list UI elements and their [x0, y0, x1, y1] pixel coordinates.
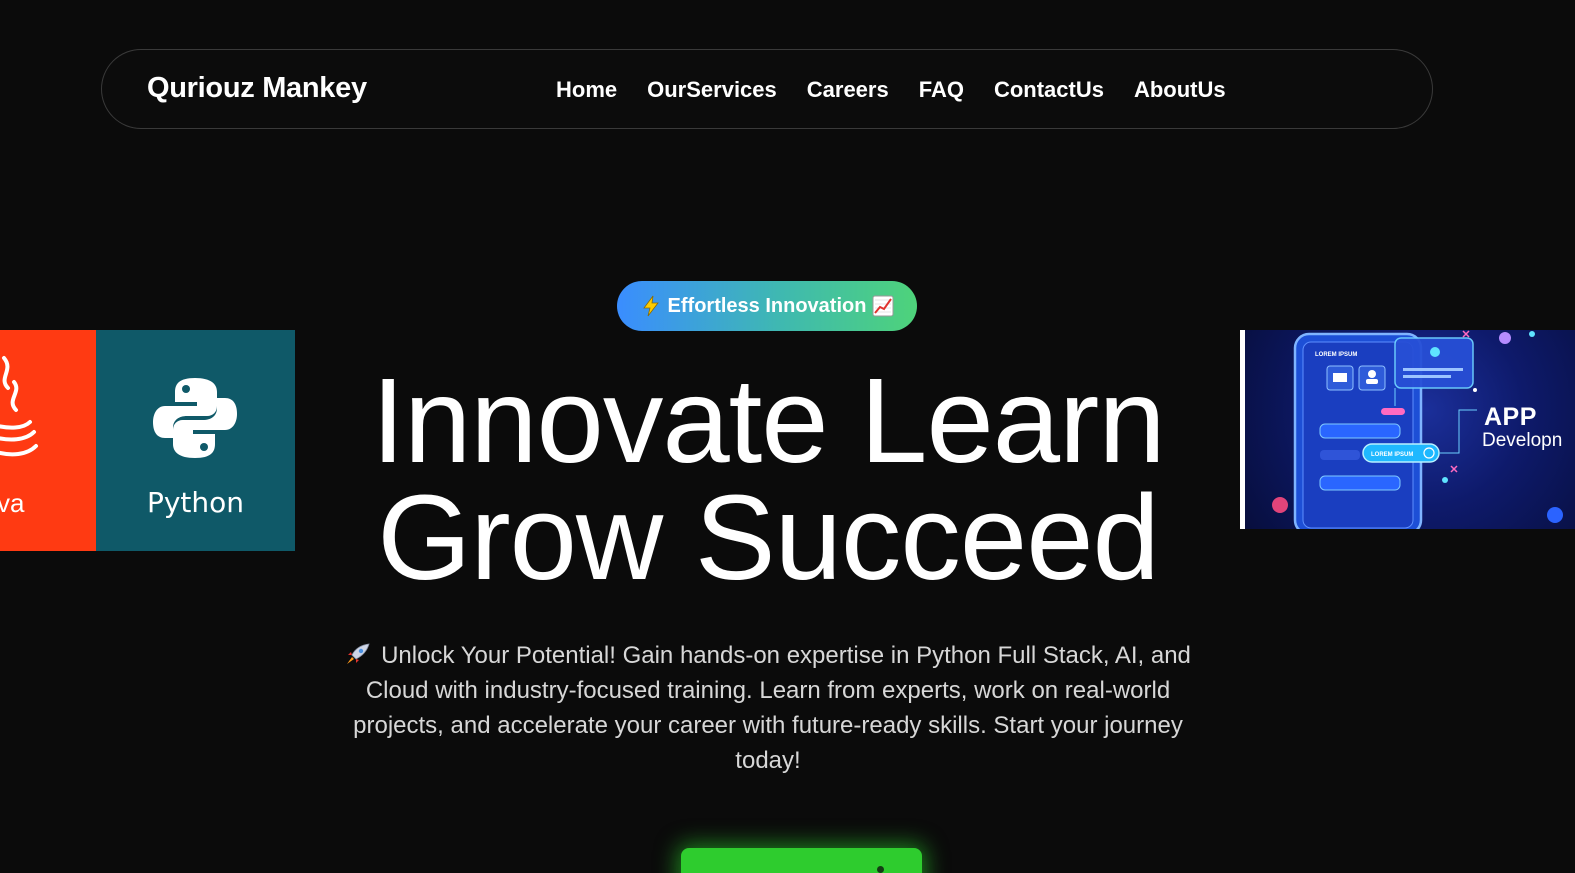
- python-label: Python: [146, 486, 245, 519]
- description-text: Unlock Your Potential! Gain hands-on exp…: [353, 642, 1191, 774]
- lightning-icon: [642, 295, 659, 317]
- python-logo-icon: [153, 378, 237, 458]
- nav-link-faq[interactable]: FAQ: [919, 77, 964, 103]
- app-card-title: APP: [1484, 403, 1537, 431]
- phone-screen-label: LOREM IPSUM: [1315, 352, 1357, 358]
- effortless-innovation-badge: Effortless Innovation: [617, 281, 917, 331]
- headline-line-1: Innovate Learn: [371, 352, 1165, 488]
- java-label: va: [0, 488, 25, 518]
- java-cup-icon: [0, 356, 38, 457]
- cta-cursor-icon: [877, 866, 884, 873]
- nav-link-about-us[interactable]: AboutUs: [1134, 77, 1226, 103]
- hero-description: Unlock Your Potential! Gain hands-on exp…: [340, 638, 1196, 778]
- phone-button-label: LOREM IPSUM: [1371, 452, 1413, 458]
- app-card-subtitle: Developn: [1482, 430, 1563, 451]
- java-card: va: [0, 330, 96, 551]
- chart-increasing-icon: [872, 295, 894, 317]
- badge-text: Effortless Innovation: [667, 294, 867, 317]
- brand-logo[interactable]: Quriouz Mankey: [147, 72, 367, 105]
- headline-line-2: Grow Succeed: [377, 469, 1160, 605]
- cta-button[interactable]: [681, 848, 922, 873]
- python-card: Python: [96, 330, 295, 551]
- nav-links: Home OurServices Careers FAQ ContactUs A…: [556, 77, 1226, 103]
- rocket-icon: [347, 643, 370, 664]
- nav-link-contact-us[interactable]: ContactUs: [994, 77, 1104, 103]
- app-development-card: LOREM IPSUM LOREM IPSUM APP Developn: [1240, 330, 1575, 529]
- nav-link-home[interactable]: Home: [556, 77, 617, 103]
- navbar: Quriouz Mankey Home OurServices Careers …: [101, 49, 1433, 129]
- nav-link-our-services[interactable]: OurServices: [647, 77, 777, 103]
- nav-link-careers[interactable]: Careers: [807, 77, 889, 103]
- landing-page: Quriouz Mankey Home OurServices Careers …: [0, 0, 1575, 873]
- hero-headline: Innovate Learn Grow Succeed: [318, 352, 1218, 605]
